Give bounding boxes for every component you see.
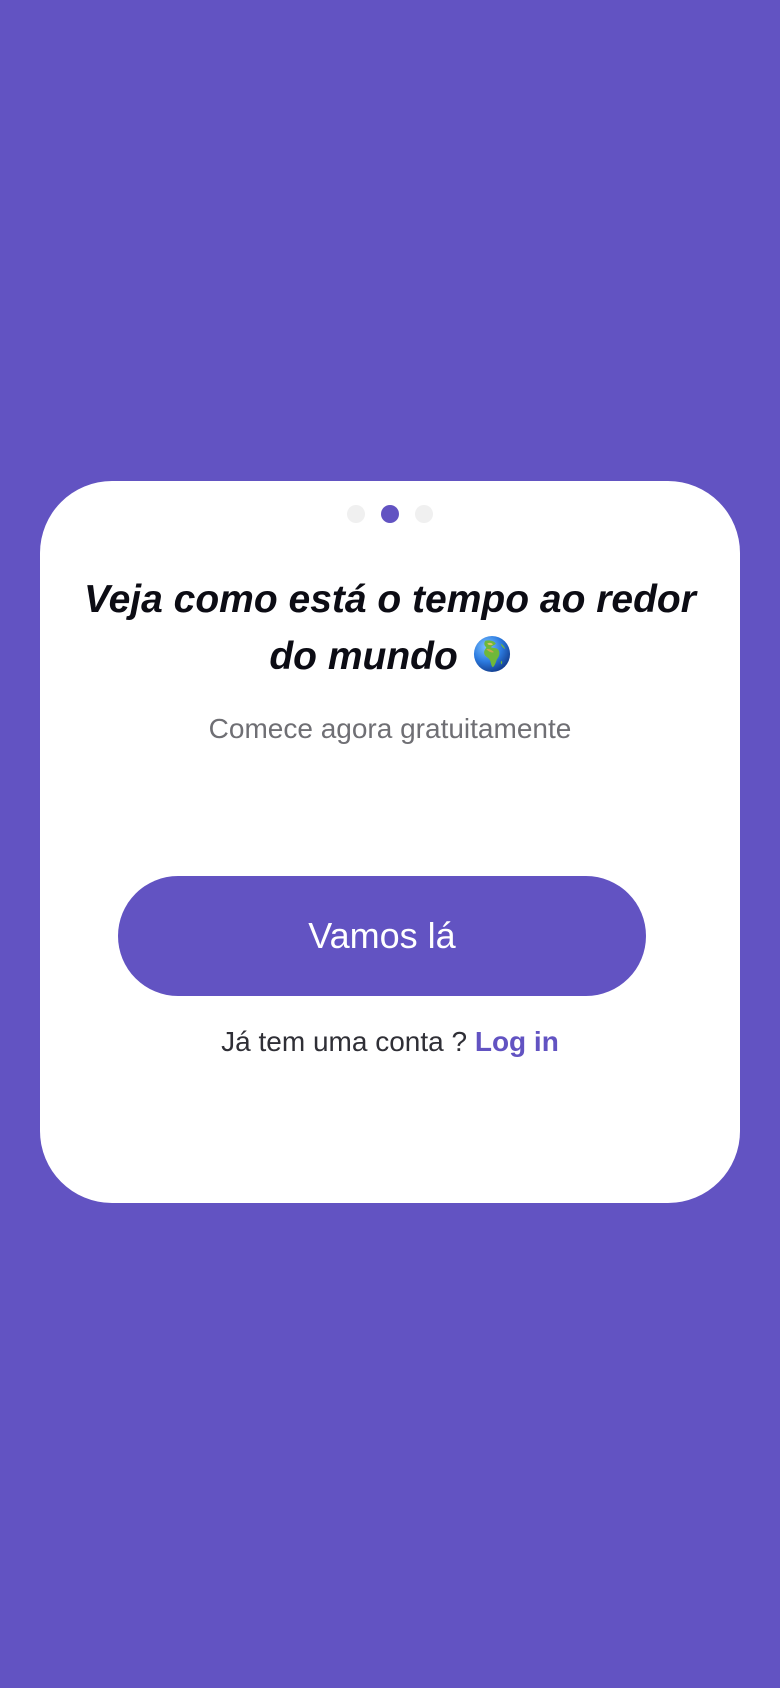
onboarding-title: Veja como está o tempo ao redor do mundo: [80, 571, 700, 685]
onboarding-subtitle: Comece agora gratuitamente: [208, 713, 572, 744]
login-prompt: Já tem uma conta ? Log in: [40, 1026, 740, 1058]
login-link[interactable]: Log in: [475, 1026, 559, 1057]
pagination-dot-2-active[interactable]: [381, 505, 399, 523]
account-prompt-text: Já tem uma conta ?: [221, 1026, 468, 1057]
pagination-dot-1[interactable]: [347, 505, 365, 523]
get-started-button[interactable]: Vamos lá: [118, 876, 646, 996]
globe-icon: [473, 635, 510, 673]
pagination-dot-3[interactable]: [415, 505, 433, 523]
onboarding-card: Veja como está o tempo ao redor do mundo…: [40, 481, 740, 1203]
pagination-dots: [40, 505, 740, 523]
onboarding-title-text: Veja como está o tempo ao redor do mundo: [84, 578, 696, 678]
